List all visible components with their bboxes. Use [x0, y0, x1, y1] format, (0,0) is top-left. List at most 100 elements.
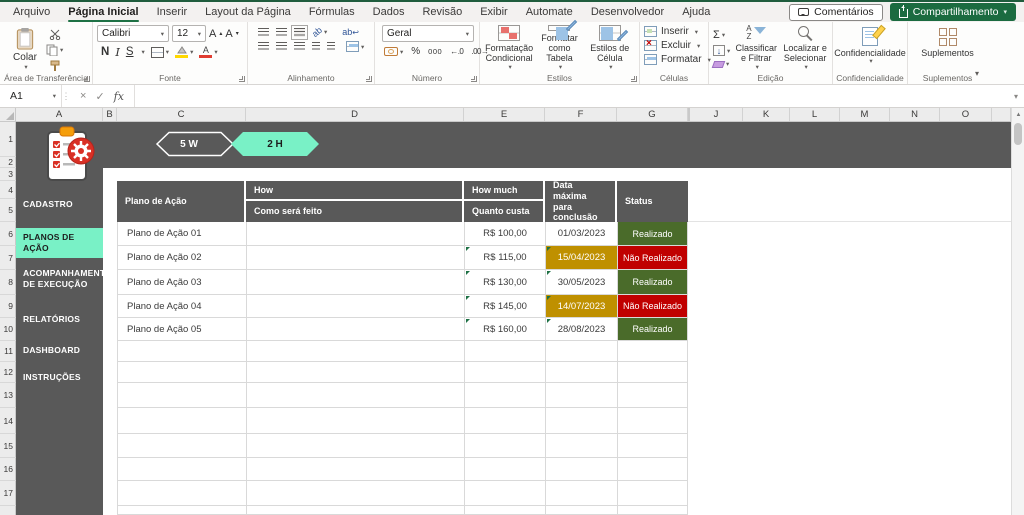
row-header-5[interactable]: 5 [0, 199, 16, 222]
font-color-button[interactable]: A ▾ [199, 46, 217, 58]
row-header-1[interactable]: 1 [0, 122, 16, 157]
empty-cell[interactable] [545, 434, 617, 457]
italic-button[interactable]: I [115, 45, 120, 59]
comma-style-button[interactable]: 000 [428, 47, 442, 56]
cut-button[interactable] [46, 29, 63, 40]
row-header-13[interactable]: 13 [0, 383, 16, 408]
cell-deadline[interactable]: 01/03/2023 [545, 222, 617, 245]
row-header-12[interactable]: 12 [0, 362, 16, 383]
empty-cell[interactable] [246, 434, 464, 457]
empty-cell[interactable] [464, 506, 545, 514]
enter-icon[interactable]: ✓ [95, 90, 104, 103]
decrease-indent-button[interactable] [312, 42, 320, 51]
column-header-E[interactable]: E [464, 108, 545, 121]
column-header-C[interactable]: C [117, 108, 246, 121]
ribbon-tab-ajuda[interactable]: Ajuda [673, 2, 719, 22]
empty-cell[interactable] [617, 383, 688, 407]
cell-deadline[interactable]: 14/07/2023 [545, 295, 617, 317]
percent-style-button[interactable]: % [411, 46, 420, 57]
cell-how[interactable] [246, 318, 464, 340]
format-as-table-button[interactable]: Formatar como Tabela▾ [534, 25, 584, 71]
align-middle-button[interactable] [276, 28, 287, 37]
scroll-up-icon[interactable]: ▲ [1012, 108, 1024, 121]
format-cells-button[interactable]: Formatar▾ [644, 54, 704, 65]
wrap-text-button[interactable]: ab↩ [342, 27, 359, 37]
empty-cell[interactable] [545, 506, 617, 514]
collapse-ribbon-icon[interactable]: ▾ [975, 69, 979, 78]
empty-cell[interactable] [464, 434, 545, 457]
column-header-A[interactable]: A [16, 108, 103, 121]
status-badge[interactable]: Realizado [617, 318, 688, 340]
underline-button[interactable]: S [126, 46, 134, 58]
empty-cell[interactable] [545, 458, 617, 480]
empty-cell[interactable] [246, 341, 464, 361]
ribbon-tab-inserir[interactable]: Inserir [148, 2, 197, 22]
header-status[interactable]: Status [617, 181, 688, 222]
find-select-button[interactable]: Localizar e Selecionar▾ [782, 25, 828, 71]
empty-cell[interactable] [545, 408, 617, 433]
accounting-format-button[interactable]: ▾ [384, 47, 403, 56]
empty-cell[interactable] [464, 481, 545, 505]
empty-cell[interactable] [117, 341, 246, 361]
ribbon-tab-layout-da-página[interactable]: Layout da Página [196, 2, 300, 22]
empty-cell[interactable] [117, 362, 246, 382]
column-header-O[interactable]: O [940, 108, 992, 121]
ribbon-tab-exibir[interactable]: Exibir [471, 2, 517, 22]
header-how[interactable]: How [246, 181, 462, 199]
insert-cells-button[interactable]: Inserir▾ [644, 26, 704, 37]
font-name-combo[interactable]: Calibri▾ [97, 25, 169, 42]
bold-button[interactable]: N [101, 46, 109, 58]
name-box[interactable]: A1 ▾ [0, 85, 62, 107]
status-badge[interactable]: Realizado [617, 222, 688, 245]
cell-plan[interactable]: Plano de Ação 01 [117, 222, 246, 245]
align-top-button[interactable] [258, 28, 269, 37]
vertical-scrollbar[interactable]: ▲ [1011, 108, 1024, 515]
empty-cell[interactable] [617, 481, 688, 505]
align-left-button[interactable] [258, 42, 269, 51]
addins-button[interactable]: Suplementos [917, 28, 979, 58]
ribbon-tab-revisão[interactable]: Revisão [413, 2, 471, 22]
autosum-button[interactable]: Σ▾ [713, 29, 730, 41]
sort-filter-button[interactable]: AZ Classificar e Filtrar▾ [734, 25, 778, 71]
row-header-14[interactable]: 14 [0, 408, 16, 434]
sidebar-item-relat-rios[interactable]: RELATÓRIOS [16, 308, 103, 330]
cell-deadline[interactable]: 15/04/2023 [545, 246, 617, 269]
column-header-J[interactable]: J [690, 108, 743, 121]
sidebar-item-acompanhamento-de-execu-o[interactable]: ACOMPANHAMENTO DE EXECUÇÃO [16, 262, 103, 296]
empty-cell[interactable] [117, 408, 246, 433]
column-header-N[interactable]: N [890, 108, 940, 121]
sidebar-item-dashboard[interactable]: DASHBOARD [16, 339, 103, 361]
row-header-10[interactable]: 10 [0, 318, 16, 341]
row-header-4[interactable]: 4 [0, 181, 16, 199]
cell-cost[interactable]: R$ 160,00 [464, 318, 545, 340]
status-badge[interactable]: Não Realizado [617, 246, 688, 269]
empty-cell[interactable] [617, 341, 688, 361]
formula-input[interactable] [135, 85, 1014, 107]
conditional-formatting-button[interactable]: Formatação Condicional▾ [484, 25, 534, 71]
cell-plan[interactable]: Plano de Ação 03 [117, 270, 246, 294]
fill-button[interactable]: ↓▾ [713, 45, 730, 56]
ribbon-tab-desenvolvedor[interactable]: Desenvolvedor [582, 2, 673, 22]
column-header-G[interactable]: G [617, 108, 688, 121]
empty-cell[interactable] [617, 362, 688, 382]
status-badge[interactable]: Realizado [617, 270, 688, 294]
row-header-17[interactable]: 17 [0, 481, 16, 506]
copy-button[interactable]: ▾ [46, 44, 63, 56]
empty-cell[interactable] [617, 458, 688, 480]
column-header-M[interactable]: M [840, 108, 890, 121]
tab-2h[interactable]: 2 H [231, 131, 319, 157]
row-header-11[interactable]: 11 [0, 341, 16, 362]
number-format-combo[interactable]: Geral▾ [382, 25, 474, 42]
empty-cell[interactable] [117, 458, 246, 480]
cell-how[interactable] [246, 295, 464, 317]
align-right-button[interactable] [294, 42, 305, 51]
sidebar-item-instru-es[interactable]: INSTRUÇÕES [16, 366, 103, 388]
tab-5w[interactable]: 5 W [145, 131, 233, 157]
alignment-dialog-launcher[interactable] [366, 76, 372, 82]
shrink-font-button[interactable]: A▾ [225, 28, 238, 40]
cell-how[interactable] [246, 246, 464, 269]
empty-cell[interactable] [117, 434, 246, 457]
ribbon-tab-dados[interactable]: Dados [364, 2, 414, 22]
insert-function-icon[interactable]: fx [114, 90, 124, 103]
fill-color-button[interactable]: ▾ [175, 46, 193, 58]
